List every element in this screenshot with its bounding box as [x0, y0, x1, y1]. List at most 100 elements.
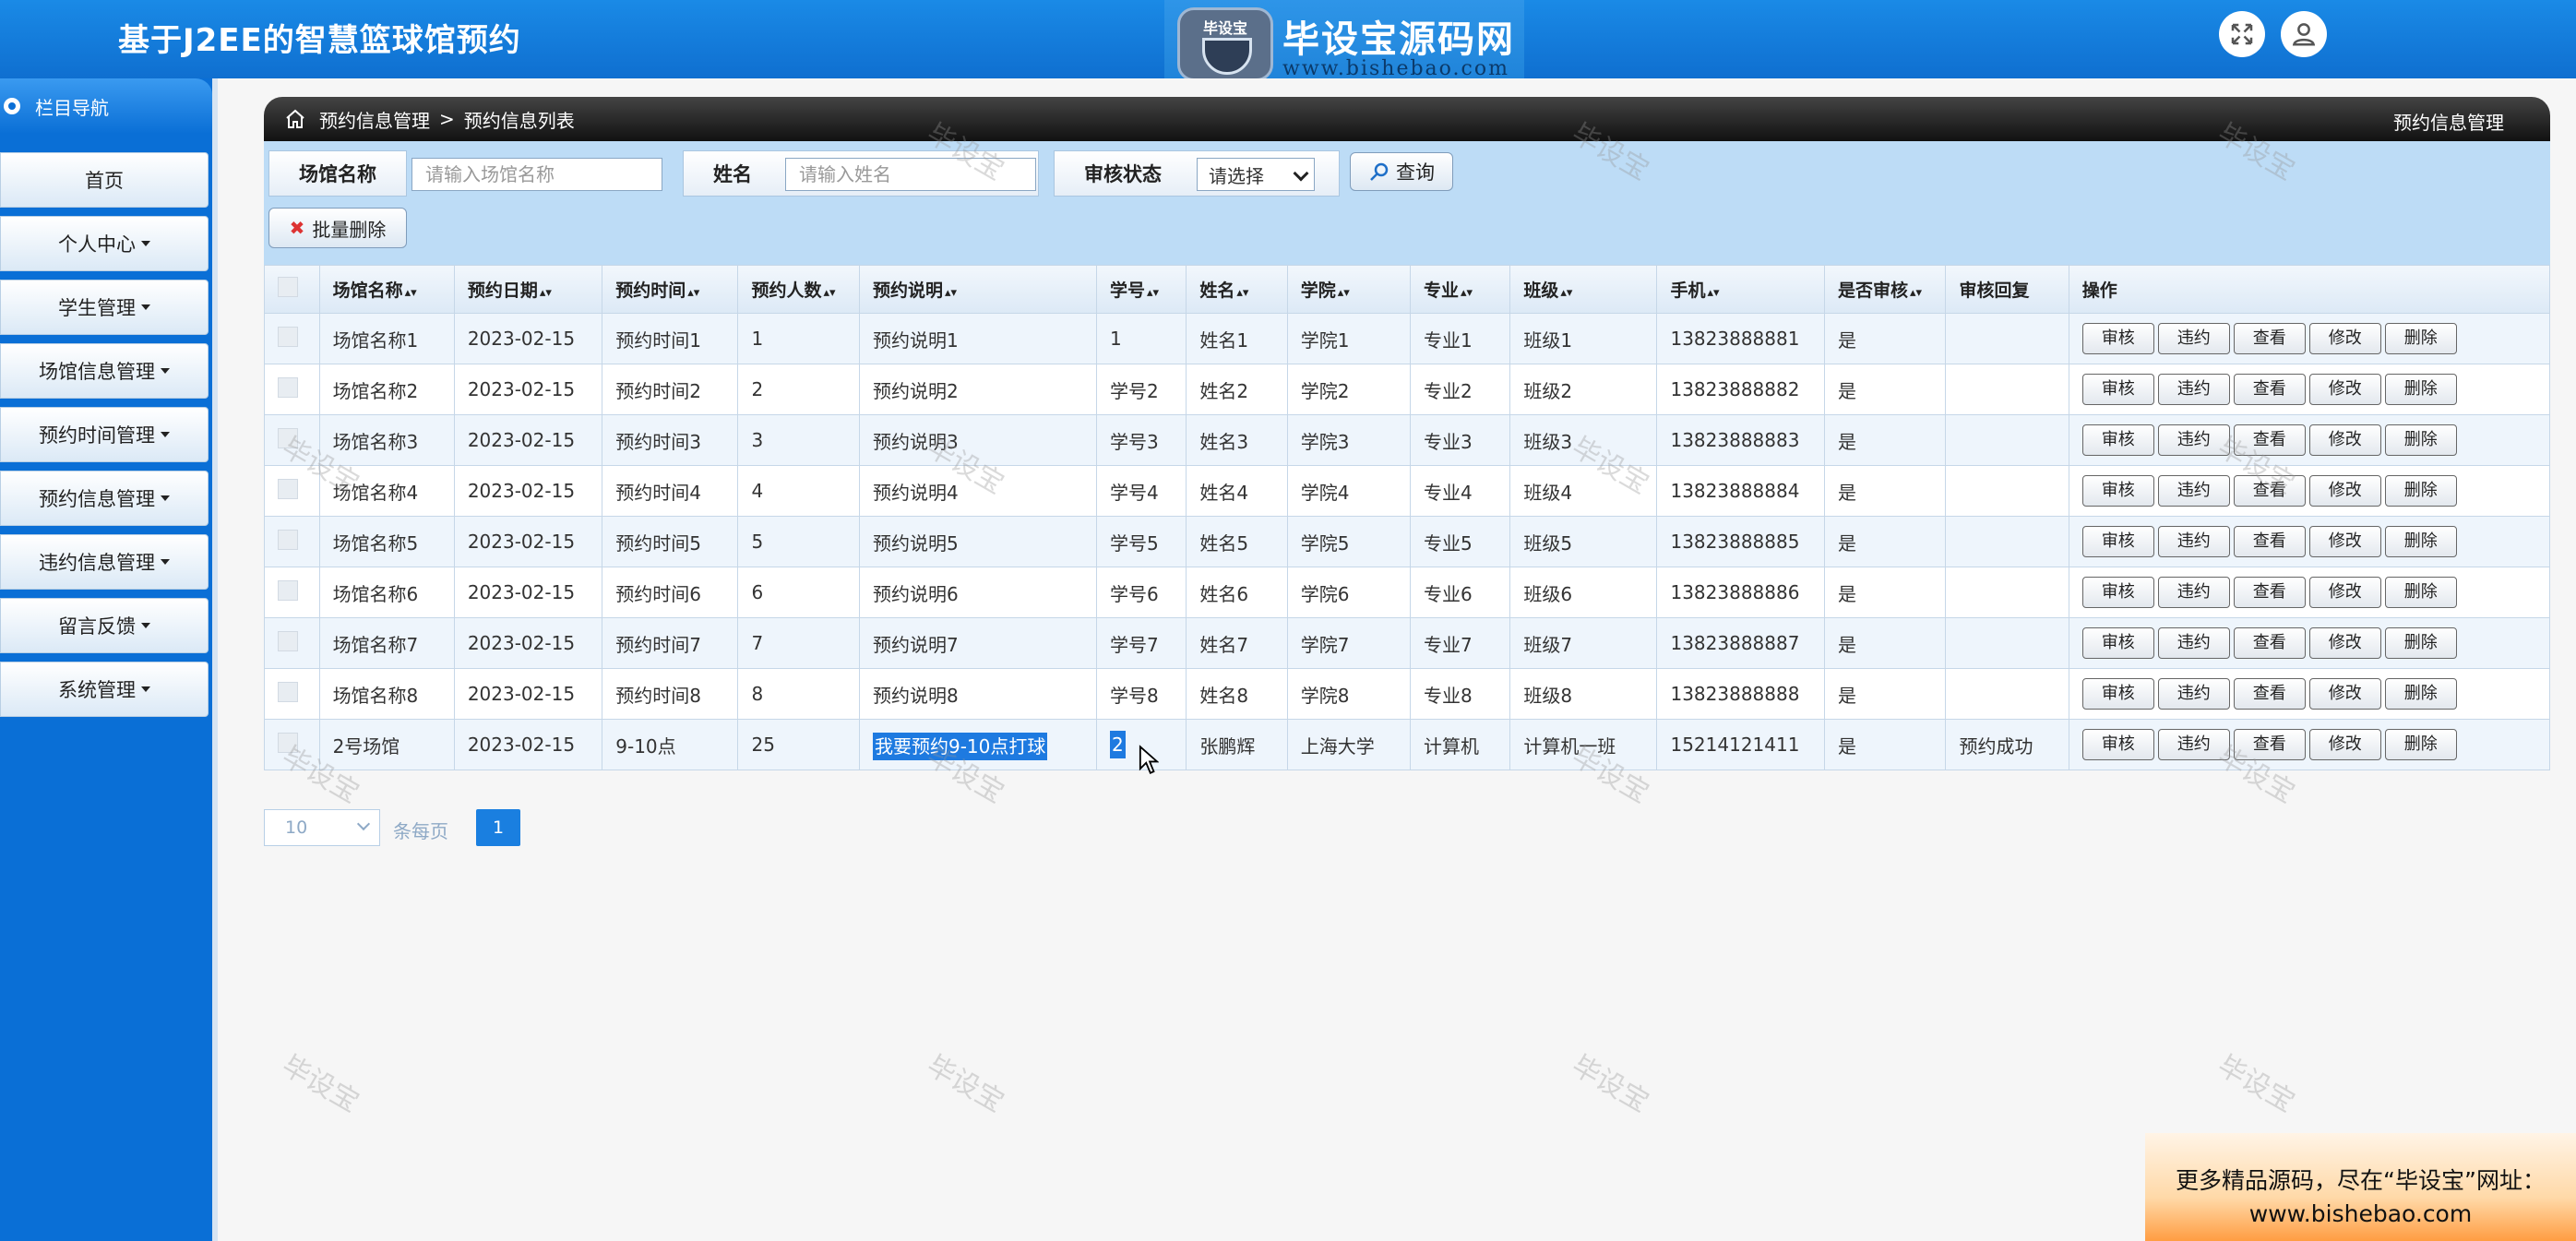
edit-button[interactable]: 修改: [2308, 627, 2381, 659]
delete-button[interactable]: 删除: [2384, 475, 2457, 507]
view-button[interactable]: 查看: [2233, 729, 2306, 760]
delete-button[interactable]: 删除: [2384, 526, 2457, 557]
row-select-cell[interactable]: [264, 617, 320, 669]
edit-button[interactable]: 修改: [2308, 374, 2381, 405]
view-button[interactable]: 查看: [2233, 424, 2306, 456]
sidebar-item-personal-center[interactable]: 个人中心: [0, 216, 209, 271]
batch-delete-button[interactable]: ✖ 批量删除: [268, 208, 407, 248]
status-select[interactable]: 请选择: [1197, 158, 1315, 191]
query-button[interactable]: 查询: [1350, 152, 1453, 191]
sidebar-item-home[interactable]: 首页: [0, 152, 209, 208]
fullscreen-button[interactable]: [2219, 11, 2265, 57]
row-checkbox[interactable]: [278, 478, 298, 499]
row-select-cell[interactable]: [264, 567, 320, 618]
delete-button[interactable]: 删除: [2384, 577, 2457, 608]
user-button[interactable]: [2281, 11, 2327, 57]
row-checkbox[interactable]: [278, 427, 298, 448]
class-cell: 班级2: [1509, 364, 1658, 415]
edit-button[interactable]: 修改: [2308, 678, 2381, 710]
breadcrumb-section[interactable]: 预约信息管理: [319, 106, 430, 133]
violation-button[interactable]: 违约: [2157, 627, 2230, 659]
violation-button[interactable]: 违约: [2157, 577, 2230, 608]
view-button[interactable]: 查看: [2233, 678, 2306, 710]
edit-button[interactable]: 修改: [2308, 729, 2381, 760]
column-header[interactable]: 专业 ▴▾: [1409, 265, 1511, 314]
per-page-select[interactable]: 10: [264, 809, 380, 846]
column-header[interactable]: 场馆名称 ▴▾: [318, 265, 455, 314]
violation-button[interactable]: 违约: [2157, 526, 2230, 557]
delete-button[interactable]: 删除: [2384, 374, 2457, 405]
select-all-checkbox[interactable]: [278, 277, 298, 297]
row-checkbox[interactable]: [278, 681, 298, 702]
edit-button[interactable]: 修改: [2308, 424, 2381, 456]
row-select-cell[interactable]: [264, 465, 320, 517]
violation-button[interactable]: 违约: [2157, 374, 2230, 405]
column-header[interactable]: 班级 ▴▾: [1509, 265, 1658, 314]
audit-button[interactable]: 审核: [2081, 424, 2154, 456]
audit-button[interactable]: 审核: [2081, 323, 2154, 354]
chevron-down-icon: [356, 817, 371, 831]
row-checkbox[interactable]: [278, 732, 298, 753]
audit-button[interactable]: 审核: [2081, 475, 2154, 507]
violation-button[interactable]: 违约: [2157, 729, 2230, 760]
venue-name-input[interactable]: [411, 158, 662, 191]
delete-button[interactable]: 删除: [2384, 627, 2457, 659]
sidebar-item-student-management[interactable]: 学生管理: [0, 280, 209, 335]
select-all-cell[interactable]: [264, 265, 320, 314]
audit-button[interactable]: 审核: [2081, 627, 2154, 659]
row-checkbox[interactable]: [278, 529, 298, 550]
violation-button[interactable]: 违约: [2157, 424, 2230, 456]
page-number-button[interactable]: 1: [476, 809, 520, 846]
delete-button[interactable]: 删除: [2384, 729, 2457, 760]
delete-button[interactable]: 删除: [2384, 424, 2457, 456]
row-checkbox[interactable]: [278, 376, 298, 398]
edit-button[interactable]: 修改: [2308, 577, 2381, 608]
row-select-cell[interactable]: [264, 719, 320, 770]
row-select-cell[interactable]: [264, 364, 320, 415]
sidebar-item-reservation-management[interactable]: 预约信息管理: [0, 471, 209, 526]
violation-button[interactable]: 违约: [2157, 678, 2230, 710]
view-button[interactable]: 查看: [2233, 577, 2306, 608]
audit-button[interactable]: 审核: [2081, 678, 2154, 710]
row-select-cell[interactable]: [264, 414, 320, 466]
row-select-cell[interactable]: [264, 313, 320, 364]
sidebar-item-system-management[interactable]: 系统管理: [0, 662, 209, 717]
sidebar-item-venue-management[interactable]: 场馆信息管理: [0, 343, 209, 399]
column-header[interactable]: 预约日期 ▴▾: [453, 265, 603, 314]
column-header[interactable]: 预约时间 ▴▾: [602, 265, 739, 314]
audit-button[interactable]: 审核: [2081, 526, 2154, 557]
view-button[interactable]: 查看: [2233, 526, 2306, 557]
edit-button[interactable]: 修改: [2308, 475, 2381, 507]
column-header[interactable]: 是否审核 ▴▾: [1823, 265, 1947, 314]
name-input[interactable]: [785, 158, 1036, 191]
view-button[interactable]: 查看: [2233, 627, 2306, 659]
column-header[interactable]: 预约说明 ▴▾: [858, 265, 1097, 314]
row-checkbox[interactable]: [278, 630, 298, 651]
row-checkbox[interactable]: [278, 579, 298, 601]
edit-button[interactable]: 修改: [2308, 526, 2381, 557]
delete-button[interactable]: 删除: [2384, 323, 2457, 354]
column-header[interactable]: 预约人数 ▴▾: [737, 265, 860, 314]
violation-button[interactable]: 违约: [2157, 323, 2230, 354]
audit-button[interactable]: 审核: [2081, 729, 2154, 760]
view-button[interactable]: 查看: [2233, 475, 2306, 507]
audit-button[interactable]: 审核: [2081, 374, 2154, 405]
column-header[interactable]: 手机 ▴▾: [1656, 265, 1825, 314]
audit-button[interactable]: 审核: [2081, 577, 2154, 608]
sidebar-item-time-management[interactable]: 预约时间管理: [0, 407, 209, 462]
violation-button[interactable]: 违约: [2157, 475, 2230, 507]
delete-button[interactable]: 删除: [2384, 678, 2457, 710]
row-select-cell[interactable]: [264, 668, 320, 720]
column-header[interactable]: 姓名 ▴▾: [1186, 265, 1288, 314]
view-button[interactable]: 查看: [2233, 323, 2306, 354]
column-header[interactable]: 学号 ▴▾: [1095, 265, 1187, 314]
sidebar-item-violation-management[interactable]: 违约信息管理: [0, 534, 209, 590]
row-checkbox[interactable]: [278, 326, 298, 347]
promo-line1: 更多精品源码，尽在“毕设宝”网址：: [2176, 1167, 2546, 1194]
column-header[interactable]: 学院 ▴▾: [1286, 265, 1411, 314]
edit-button[interactable]: 修改: [2308, 323, 2381, 354]
view-button[interactable]: 查看: [2233, 374, 2306, 405]
sidebar-item-feedback[interactable]: 留言反馈: [0, 598, 209, 653]
promo-banner[interactable]: 更多精品源码，尽在“毕设宝”网址： www.bishebao.com: [2145, 1133, 2576, 1241]
row-select-cell[interactable]: [264, 516, 320, 567]
